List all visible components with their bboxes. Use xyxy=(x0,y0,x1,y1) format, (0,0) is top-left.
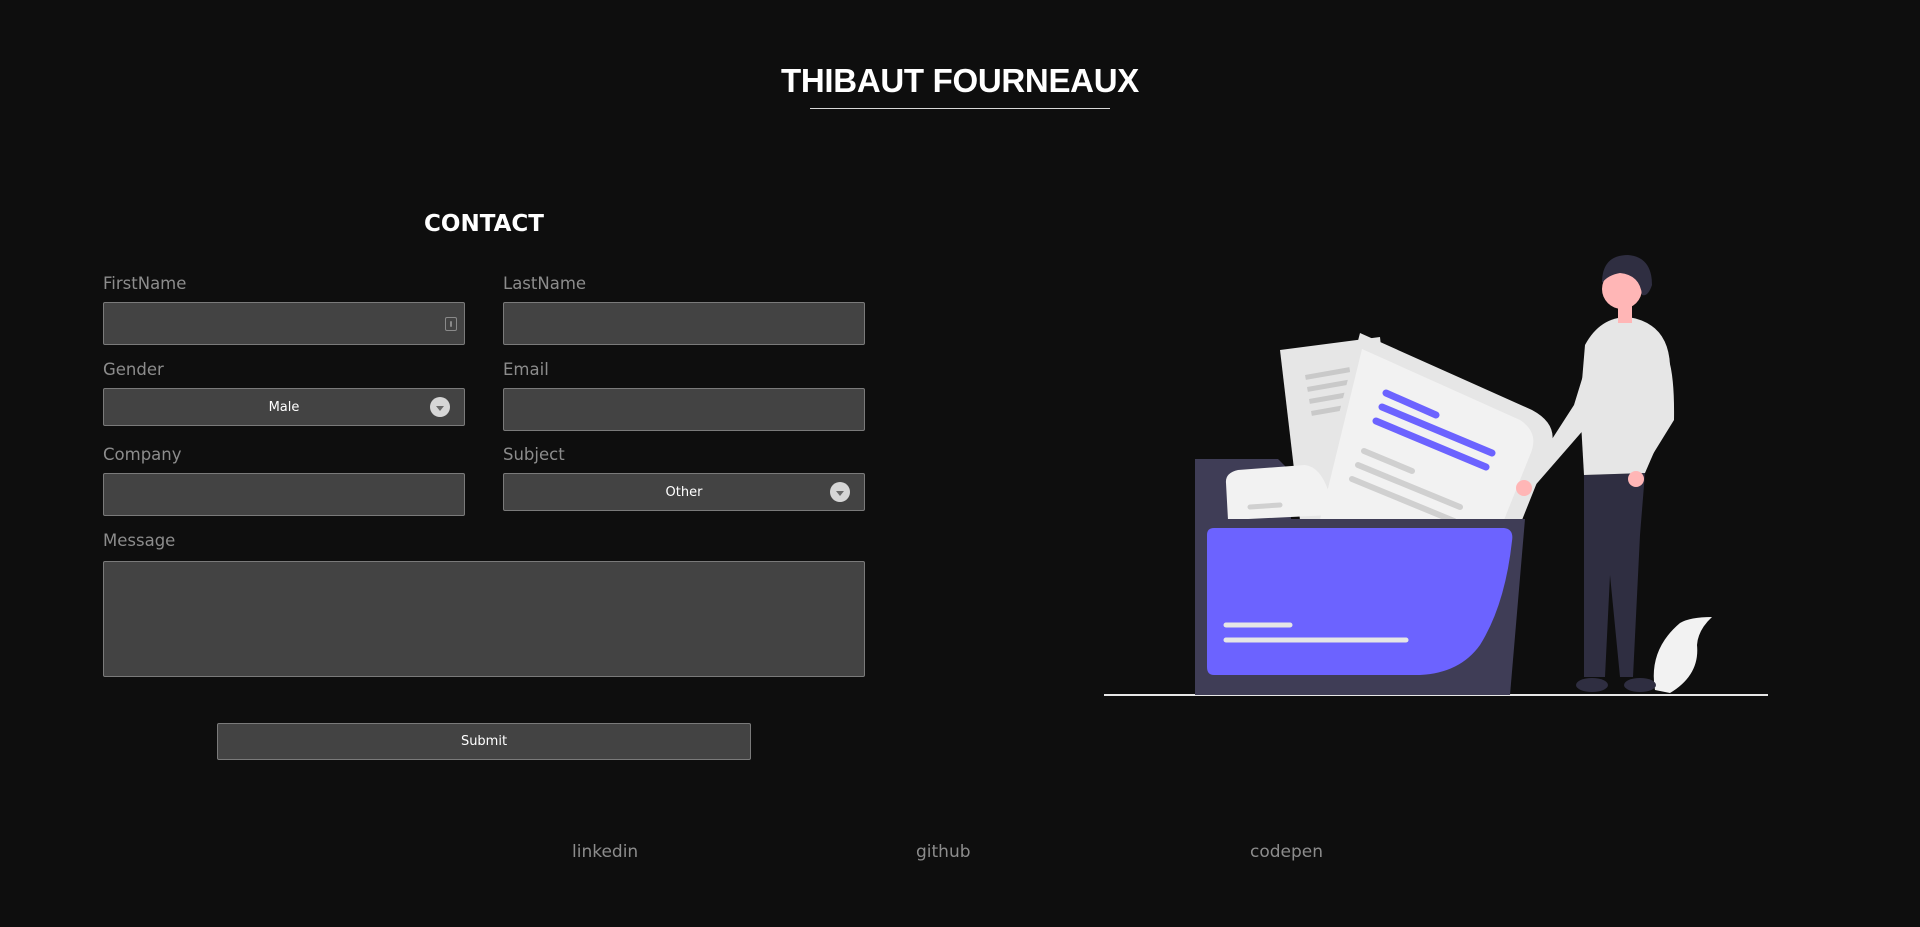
person-figure xyxy=(1516,255,1675,692)
gender-select[interactable]: Male xyxy=(103,388,465,426)
email-label: Email xyxy=(503,360,549,379)
chevron-down-icon[interactable] xyxy=(430,397,450,417)
firstname-label: FirstName xyxy=(103,274,187,293)
company-label: Company xyxy=(103,445,182,464)
message-label: Message xyxy=(103,531,176,550)
documents-folder-illustration xyxy=(1104,255,1768,696)
page: THIBAUT FOURNEAUX CONTACT FirstName Last… xyxy=(0,0,1920,927)
firstname-wrapper xyxy=(103,302,465,345)
gender-selected-value: Male xyxy=(268,399,300,415)
footer-link-github[interactable]: github xyxy=(916,842,971,862)
lastname-input[interactable] xyxy=(503,302,865,345)
footer-link-linkedin[interactable]: linkedin xyxy=(572,842,638,862)
footer-link-codepen[interactable]: codepen xyxy=(1250,842,1323,862)
site-title: THIBAUT FOURNEAUX xyxy=(781,62,1139,99)
lastname-label: LastName xyxy=(503,274,587,293)
subject-label: Subject xyxy=(503,445,565,464)
small-paper xyxy=(1225,465,1332,520)
subject-selected-value: Other xyxy=(665,484,703,500)
plant-leaf xyxy=(1653,617,1712,693)
message-textarea[interactable] xyxy=(103,561,865,677)
chevron-down-icon[interactable] xyxy=(830,482,850,502)
contact-heading: CONTACT xyxy=(424,211,544,237)
folder-panel xyxy=(1207,528,1513,675)
gender-label: Gender xyxy=(103,360,164,379)
email-input[interactable] xyxy=(503,388,865,431)
submit-button[interactable]: Submit xyxy=(217,723,751,760)
title-underline xyxy=(810,108,1110,109)
subject-select[interactable]: Other xyxy=(503,473,865,511)
firstname-input[interactable] xyxy=(103,302,465,345)
contact-card-icon[interactable] xyxy=(445,316,457,331)
company-input[interactable] xyxy=(103,473,465,516)
